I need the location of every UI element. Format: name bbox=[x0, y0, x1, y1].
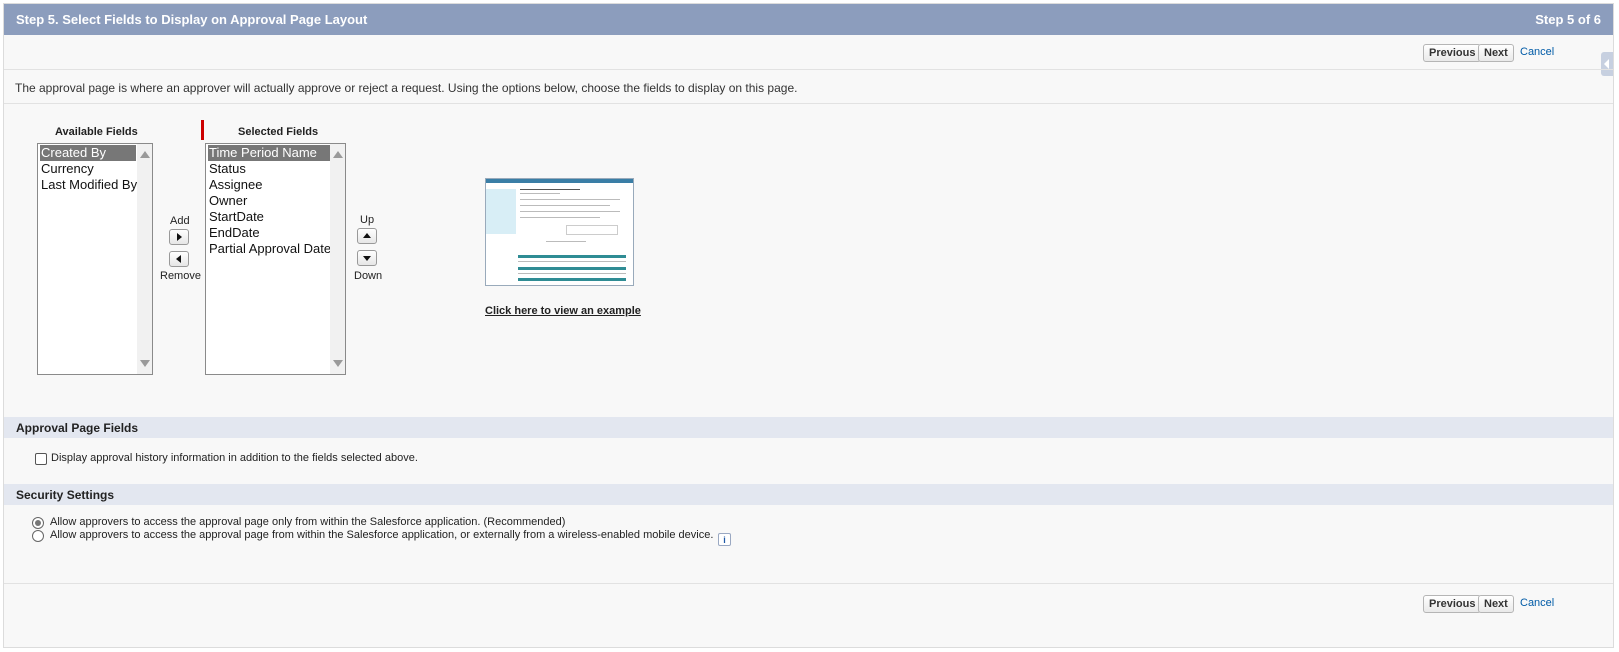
move-up-button[interactable] bbox=[357, 228, 377, 244]
next-button-top[interactable]: Next bbox=[1478, 44, 1514, 62]
section-security-settings: Security Settings bbox=[4, 484, 1613, 505]
arrow-up-icon bbox=[363, 233, 371, 238]
arrow-left-icon bbox=[176, 255, 181, 263]
divider bbox=[4, 69, 1613, 70]
list-item[interactable]: Last Modified By bbox=[40, 177, 137, 193]
scrollbar[interactable] bbox=[137, 144, 152, 374]
next-button-bottom[interactable]: Next bbox=[1478, 595, 1514, 613]
previous-button-bottom[interactable]: Previous bbox=[1423, 595, 1482, 613]
up-label: Up bbox=[360, 214, 375, 226]
divider bbox=[4, 103, 1613, 104]
step-indicator: Step 5 of 6 bbox=[1535, 12, 1601, 27]
wizard-frame: Step 5. Select Fields to Display on Appr… bbox=[3, 3, 1614, 648]
available-fields-label: Available Fields bbox=[55, 126, 138, 138]
section-title: Approval Page Fields bbox=[16, 421, 139, 435]
list-item[interactable]: Assignee bbox=[208, 177, 262, 193]
section-title: Security Settings bbox=[16, 488, 115, 502]
example-thumbnail[interactable] bbox=[485, 178, 634, 286]
add-label: Add bbox=[170, 215, 190, 227]
add-button[interactable] bbox=[169, 229, 189, 245]
required-indicator bbox=[201, 120, 204, 140]
list-item[interactable]: Status bbox=[208, 161, 246, 177]
scrollbar[interactable] bbox=[330, 144, 345, 374]
list-item[interactable]: Currency bbox=[40, 161, 94, 177]
approval-history-label: Display approval history information in … bbox=[51, 452, 418, 464]
available-fields-list[interactable]: Created By Currency Last Modified By bbox=[37, 143, 153, 375]
description-text: The approval page is where an approver w… bbox=[15, 81, 798, 95]
security-radio-internal[interactable] bbox=[32, 517, 44, 529]
page-title: Step 5. Select Fields to Display on Appr… bbox=[16, 12, 368, 27]
list-item[interactable]: Partial Approval Date bbox=[208, 241, 331, 257]
list-item[interactable]: Created By bbox=[40, 145, 136, 161]
divider bbox=[4, 583, 1613, 584]
side-panel-toggle-icon[interactable] bbox=[1601, 52, 1613, 76]
cancel-link-bottom[interactable]: Cancel bbox=[1520, 597, 1554, 609]
list-item[interactable]: StartDate bbox=[208, 209, 264, 225]
down-label: Down bbox=[354, 270, 383, 282]
security-option-internal-label: Allow approvers to access the approval p… bbox=[50, 516, 566, 528]
cancel-link-top[interactable]: Cancel bbox=[1520, 46, 1554, 58]
view-example-link[interactable]: Click here to view an example bbox=[485, 305, 641, 317]
arrow-down-icon bbox=[363, 256, 371, 261]
list-item[interactable]: Owner bbox=[208, 193, 247, 209]
remove-button[interactable] bbox=[169, 251, 189, 267]
previous-button-top[interactable]: Previous bbox=[1423, 44, 1482, 62]
approval-history-checkbox[interactable] bbox=[35, 453, 47, 465]
list-item[interactable]: Time Period Name bbox=[208, 145, 330, 161]
list-item[interactable]: EndDate bbox=[208, 225, 260, 241]
section-approval-page-fields: Approval Page Fields bbox=[4, 417, 1613, 438]
arrow-right-icon bbox=[177, 233, 182, 241]
move-down-button[interactable] bbox=[357, 250, 377, 266]
security-option-external-label: Allow approvers to access the approval p… bbox=[50, 529, 714, 541]
security-radio-external[interactable] bbox=[32, 530, 44, 542]
selected-fields-label: Selected Fields bbox=[238, 126, 319, 138]
info-icon[interactable]: i bbox=[718, 533, 731, 546]
selected-fields-list[interactable]: Time Period Name Status Assignee Owner S… bbox=[205, 143, 346, 375]
remove-label: Remove bbox=[160, 270, 201, 282]
wizard-header: Step 5. Select Fields to Display on Appr… bbox=[4, 4, 1613, 35]
